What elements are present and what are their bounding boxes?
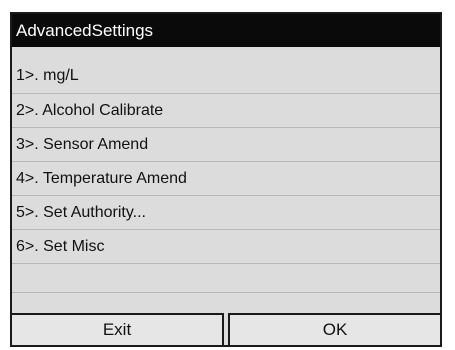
advanced-settings-window: AdvancedSettings 1>. mg/L 2>. Alcohol Ca… xyxy=(10,12,442,347)
exit-button[interactable]: Exit xyxy=(10,313,224,347)
ok-button[interactable]: OK xyxy=(228,313,442,347)
menu-item-mg-l[interactable]: 1>. mg/L xyxy=(12,59,440,93)
menu-item-alcohol-calibrate[interactable]: 2>. Alcohol Calibrate xyxy=(12,93,440,127)
menu-empty-row xyxy=(12,263,440,293)
settings-menu: 1>. mg/L 2>. Alcohol Calibrate 3>. Senso… xyxy=(12,59,440,293)
menu-item-sensor-amend[interactable]: 3>. Sensor Amend xyxy=(12,127,440,161)
menu-item-set-authority[interactable]: 5>. Set Authority... xyxy=(12,195,440,229)
menu-item-temperature-amend[interactable]: 4>. Temperature Amend xyxy=(12,161,440,195)
menu-item-set-misc[interactable]: 6>. Set Misc xyxy=(12,229,440,263)
button-bar: Exit OK xyxy=(10,313,442,347)
window-title: AdvancedSettings xyxy=(12,14,440,47)
